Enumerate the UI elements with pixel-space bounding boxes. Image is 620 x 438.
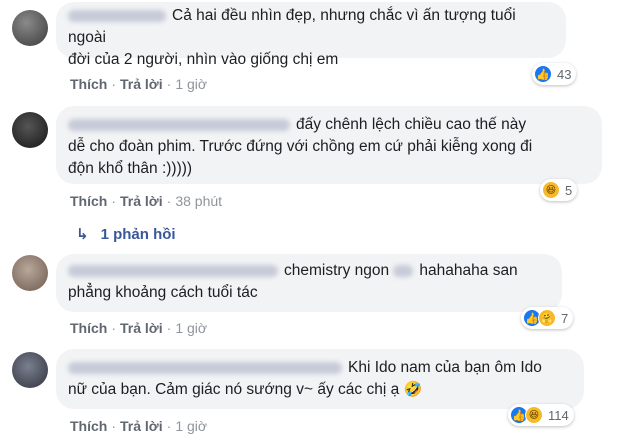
like-button[interactable]: Thích: [70, 193, 107, 209]
separator-dot: ·: [166, 418, 172, 434]
comment-actions: Thích · Trả lời · 1 giờ: [70, 76, 207, 92]
blurred-author-name[interactable]: [68, 9, 166, 22]
reaction-count: 5: [565, 182, 573, 198]
reaction-summary[interactable]: 👍 🤗 7: [521, 307, 574, 329]
comment-text-line: chemistry ngon: [284, 262, 390, 279]
reaction-summary[interactable]: 👍 😆 114: [508, 404, 574, 426]
comment-bubble: chemistry ngon hahahaha san phẳng khoảng…: [56, 254, 562, 312]
reply-button[interactable]: Trả lời: [120, 418, 163, 434]
like-button[interactable]: Thích: [70, 418, 107, 434]
comment-text-line: phẳng khoảng cách tuổi tác: [68, 284, 258, 301]
reply-button[interactable]: Trả lời: [120, 76, 163, 92]
comment-bubble: Cả hai đều nhìn đẹp, nhưng chắc vì ấn tư…: [56, 2, 566, 68]
rolling-laughing-emoji: 🤣: [403, 381, 423, 398]
blurred-text: [393, 264, 414, 277]
like-icon: 👍: [534, 65, 552, 83]
separator-dot: ·: [111, 320, 117, 336]
reaction-count: 43: [557, 66, 572, 82]
haha-icon: 😆: [542, 181, 560, 199]
comment-actions: Thích · Trả lời · 38 phút: [70, 193, 222, 209]
comment-timestamp[interactable]: 1 giờ: [175, 418, 207, 434]
separator-dot: ·: [111, 193, 117, 209]
separator-dot: ·: [166, 76, 172, 92]
avatar[interactable]: [12, 112, 48, 148]
like-button[interactable]: Thích: [70, 320, 107, 336]
comment-bubble: Khi Ido nam của bạn ôm Ido nữ của bạn. C…: [56, 349, 584, 409]
separator-dot: ·: [111, 418, 117, 434]
comment-timestamp[interactable]: 1 giờ: [175, 320, 207, 336]
reaction-summary[interactable]: 👍 43: [532, 63, 577, 85]
avatar[interactable]: [12, 352, 48, 388]
avatar[interactable]: [12, 255, 48, 291]
reply-button[interactable]: Trả lời: [120, 193, 163, 209]
blurred-author-name[interactable]: [68, 118, 290, 131]
comment-text-line: độn khổ thân :))))): [68, 160, 193, 177]
comment-actions: Thích · Trả lời · 1 giờ: [70, 320, 207, 336]
separator-dot: ·: [166, 320, 172, 336]
separator-dot: ·: [166, 193, 172, 209]
comment-timestamp[interactable]: 38 phút: [175, 193, 222, 209]
comment-text-line: đời của 2 người, nhìn vào giống chị em: [68, 51, 339, 68]
blurred-author-name[interactable]: [68, 361, 342, 374]
avatar[interactable]: [12, 10, 48, 46]
comment-text-line: dễ cho đoàn phim. Trước đứng với chồng e…: [68, 138, 533, 155]
comment-timestamp[interactable]: 1 giờ: [175, 76, 207, 92]
reaction-count: 114: [548, 407, 569, 423]
separator-dot: ·: [111, 76, 117, 92]
comment-text-line: Khi Ido nam của bạn ôm Ido: [348, 359, 542, 376]
care-icon: 🤗: [538, 309, 556, 327]
reply-button[interactable]: Trả lời: [120, 320, 163, 336]
comment-text-line: nữ của bạn. Cảm giác nó sướng v~ ấy các …: [68, 381, 400, 398]
reply-arrow-icon: ↳: [76, 226, 89, 243]
comment-text-line: hahahaha san: [419, 262, 518, 279]
reaction-summary[interactable]: 😆 5: [540, 179, 578, 201]
like-button[interactable]: Thích: [70, 76, 107, 92]
reaction-count: 7: [561, 310, 569, 326]
comment-bubble: đấy chênh lệch chiều cao thế này dễ cho …: [56, 106, 602, 184]
replies-count-label: 1 phản hồi: [100, 226, 176, 243]
comment-actions: Thích · Trả lời · 1 giờ: [70, 418, 207, 434]
blurred-author-name[interactable]: [68, 264, 278, 277]
comment-text-line: đấy chênh lệch chiều cao thế này: [296, 116, 527, 133]
view-replies-link[interactable]: ↳ 1 phản hồi: [76, 225, 176, 243]
haha-icon: 😆: [525, 406, 543, 424]
